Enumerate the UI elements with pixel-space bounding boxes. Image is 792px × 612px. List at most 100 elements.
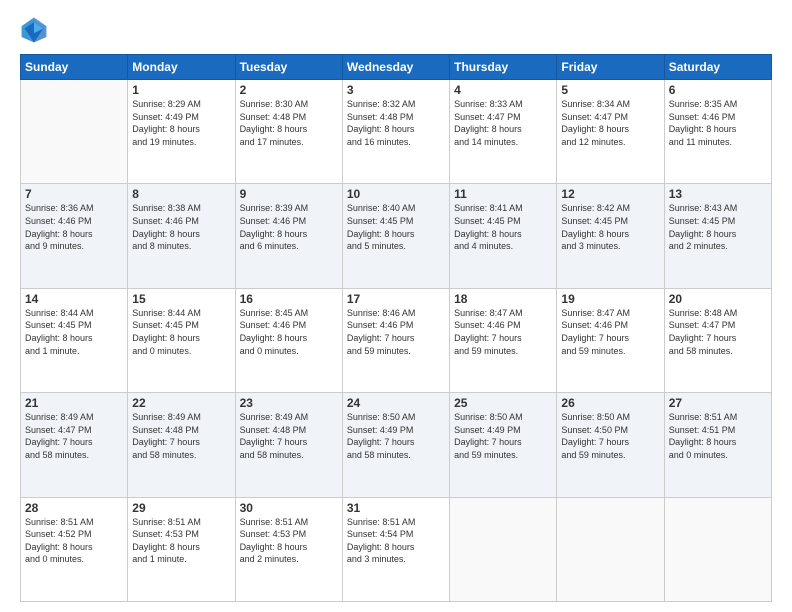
day-number: 7 <box>25 187 123 201</box>
calendar-cell <box>557 497 664 601</box>
calendar-table: SundayMondayTuesdayWednesdayThursdayFrid… <box>20 54 772 602</box>
calendar-cell: 27Sunrise: 8:51 AM Sunset: 4:51 PM Dayli… <box>664 393 771 497</box>
logo-icon <box>20 16 48 44</box>
calendar-cell: 22Sunrise: 8:49 AM Sunset: 4:48 PM Dayli… <box>128 393 235 497</box>
calendar-cell: 28Sunrise: 8:51 AM Sunset: 4:52 PM Dayli… <box>21 497 128 601</box>
day-number: 17 <box>347 292 445 306</box>
day-info: Sunrise: 8:42 AM Sunset: 4:45 PM Dayligh… <box>561 202 659 252</box>
calendar-cell: 2Sunrise: 8:30 AM Sunset: 4:48 PM Daylig… <box>235 80 342 184</box>
day-info: Sunrise: 8:38 AM Sunset: 4:46 PM Dayligh… <box>132 202 230 252</box>
calendar-week-0: 1Sunrise: 8:29 AM Sunset: 4:49 PM Daylig… <box>21 80 772 184</box>
page: SundayMondayTuesdayWednesdayThursdayFrid… <box>0 0 792 612</box>
day-number: 6 <box>669 83 767 97</box>
day-info: Sunrise: 8:41 AM Sunset: 4:45 PM Dayligh… <box>454 202 552 252</box>
day-number: 4 <box>454 83 552 97</box>
day-number: 10 <box>347 187 445 201</box>
day-info: Sunrise: 8:39 AM Sunset: 4:46 PM Dayligh… <box>240 202 338 252</box>
calendar-header-friday: Friday <box>557 55 664 80</box>
day-info: Sunrise: 8:29 AM Sunset: 4:49 PM Dayligh… <box>132 98 230 148</box>
day-number: 16 <box>240 292 338 306</box>
day-number: 31 <box>347 501 445 515</box>
day-info: Sunrise: 8:48 AM Sunset: 4:47 PM Dayligh… <box>669 307 767 357</box>
day-number: 26 <box>561 396 659 410</box>
day-info: Sunrise: 8:51 AM Sunset: 4:54 PM Dayligh… <box>347 516 445 566</box>
day-number: 5 <box>561 83 659 97</box>
calendar-cell: 11Sunrise: 8:41 AM Sunset: 4:45 PM Dayli… <box>450 184 557 288</box>
calendar-cell: 26Sunrise: 8:50 AM Sunset: 4:50 PM Dayli… <box>557 393 664 497</box>
day-info: Sunrise: 8:51 AM Sunset: 4:52 PM Dayligh… <box>25 516 123 566</box>
calendar-cell: 24Sunrise: 8:50 AM Sunset: 4:49 PM Dayli… <box>342 393 449 497</box>
day-info: Sunrise: 8:32 AM Sunset: 4:48 PM Dayligh… <box>347 98 445 148</box>
day-number: 25 <box>454 396 552 410</box>
day-number: 24 <box>347 396 445 410</box>
calendar-cell <box>450 497 557 601</box>
day-number: 27 <box>669 396 767 410</box>
day-info: Sunrise: 8:34 AM Sunset: 4:47 PM Dayligh… <box>561 98 659 148</box>
day-info: Sunrise: 8:44 AM Sunset: 4:45 PM Dayligh… <box>132 307 230 357</box>
calendar-header-saturday: Saturday <box>664 55 771 80</box>
day-info: Sunrise: 8:40 AM Sunset: 4:45 PM Dayligh… <box>347 202 445 252</box>
calendar-cell: 9Sunrise: 8:39 AM Sunset: 4:46 PM Daylig… <box>235 184 342 288</box>
calendar-header-sunday: Sunday <box>21 55 128 80</box>
day-info: Sunrise: 8:51 AM Sunset: 4:53 PM Dayligh… <box>132 516 230 566</box>
day-number: 15 <box>132 292 230 306</box>
calendar-cell: 23Sunrise: 8:49 AM Sunset: 4:48 PM Dayli… <box>235 393 342 497</box>
calendar-header-thursday: Thursday <box>450 55 557 80</box>
calendar-cell: 13Sunrise: 8:43 AM Sunset: 4:45 PM Dayli… <box>664 184 771 288</box>
calendar-cell: 10Sunrise: 8:40 AM Sunset: 4:45 PM Dayli… <box>342 184 449 288</box>
day-number: 28 <box>25 501 123 515</box>
day-info: Sunrise: 8:51 AM Sunset: 4:53 PM Dayligh… <box>240 516 338 566</box>
day-number: 2 <box>240 83 338 97</box>
calendar-header-wednesday: Wednesday <box>342 55 449 80</box>
day-info: Sunrise: 8:49 AM Sunset: 4:48 PM Dayligh… <box>240 411 338 461</box>
day-number: 23 <box>240 396 338 410</box>
day-number: 1 <box>132 83 230 97</box>
day-number: 9 <box>240 187 338 201</box>
calendar-cell: 18Sunrise: 8:47 AM Sunset: 4:46 PM Dayli… <box>450 288 557 392</box>
calendar-cell: 21Sunrise: 8:49 AM Sunset: 4:47 PM Dayli… <box>21 393 128 497</box>
calendar-cell: 20Sunrise: 8:48 AM Sunset: 4:47 PM Dayli… <box>664 288 771 392</box>
day-info: Sunrise: 8:35 AM Sunset: 4:46 PM Dayligh… <box>669 98 767 148</box>
day-info: Sunrise: 8:46 AM Sunset: 4:46 PM Dayligh… <box>347 307 445 357</box>
calendar-cell: 31Sunrise: 8:51 AM Sunset: 4:54 PM Dayli… <box>342 497 449 601</box>
calendar-cell: 15Sunrise: 8:44 AM Sunset: 4:45 PM Dayli… <box>128 288 235 392</box>
calendar-cell: 25Sunrise: 8:50 AM Sunset: 4:49 PM Dayli… <box>450 393 557 497</box>
calendar-cell: 19Sunrise: 8:47 AM Sunset: 4:46 PM Dayli… <box>557 288 664 392</box>
calendar-week-1: 7Sunrise: 8:36 AM Sunset: 4:46 PM Daylig… <box>21 184 772 288</box>
day-info: Sunrise: 8:47 AM Sunset: 4:46 PM Dayligh… <box>561 307 659 357</box>
calendar-cell: 8Sunrise: 8:38 AM Sunset: 4:46 PM Daylig… <box>128 184 235 288</box>
calendar-week-2: 14Sunrise: 8:44 AM Sunset: 4:45 PM Dayli… <box>21 288 772 392</box>
day-info: Sunrise: 8:50 AM Sunset: 4:49 PM Dayligh… <box>347 411 445 461</box>
day-info: Sunrise: 8:36 AM Sunset: 4:46 PM Dayligh… <box>25 202 123 252</box>
day-number: 11 <box>454 187 552 201</box>
day-number: 13 <box>669 187 767 201</box>
day-info: Sunrise: 8:49 AM Sunset: 4:47 PM Dayligh… <box>25 411 123 461</box>
day-number: 12 <box>561 187 659 201</box>
day-info: Sunrise: 8:50 AM Sunset: 4:49 PM Dayligh… <box>454 411 552 461</box>
day-info: Sunrise: 8:45 AM Sunset: 4:46 PM Dayligh… <box>240 307 338 357</box>
day-info: Sunrise: 8:47 AM Sunset: 4:46 PM Dayligh… <box>454 307 552 357</box>
day-info: Sunrise: 8:30 AM Sunset: 4:48 PM Dayligh… <box>240 98 338 148</box>
day-number: 18 <box>454 292 552 306</box>
day-number: 8 <box>132 187 230 201</box>
calendar-week-4: 28Sunrise: 8:51 AM Sunset: 4:52 PM Dayli… <box>21 497 772 601</box>
day-info: Sunrise: 8:33 AM Sunset: 4:47 PM Dayligh… <box>454 98 552 148</box>
day-info: Sunrise: 8:44 AM Sunset: 4:45 PM Dayligh… <box>25 307 123 357</box>
day-info: Sunrise: 8:49 AM Sunset: 4:48 PM Dayligh… <box>132 411 230 461</box>
day-info: Sunrise: 8:50 AM Sunset: 4:50 PM Dayligh… <box>561 411 659 461</box>
calendar-cell: 6Sunrise: 8:35 AM Sunset: 4:46 PM Daylig… <box>664 80 771 184</box>
calendar-cell: 14Sunrise: 8:44 AM Sunset: 4:45 PM Dayli… <box>21 288 128 392</box>
day-number: 22 <box>132 396 230 410</box>
calendar-week-3: 21Sunrise: 8:49 AM Sunset: 4:47 PM Dayli… <box>21 393 772 497</box>
logo <box>20 16 52 44</box>
calendar-cell: 5Sunrise: 8:34 AM Sunset: 4:47 PM Daylig… <box>557 80 664 184</box>
day-number: 19 <box>561 292 659 306</box>
day-info: Sunrise: 8:51 AM Sunset: 4:51 PM Dayligh… <box>669 411 767 461</box>
calendar-cell: 29Sunrise: 8:51 AM Sunset: 4:53 PM Dayli… <box>128 497 235 601</box>
calendar-header-row: SundayMondayTuesdayWednesdayThursdayFrid… <box>21 55 772 80</box>
calendar-header-monday: Monday <box>128 55 235 80</box>
calendar-cell: 3Sunrise: 8:32 AM Sunset: 4:48 PM Daylig… <box>342 80 449 184</box>
calendar-cell: 4Sunrise: 8:33 AM Sunset: 4:47 PM Daylig… <box>450 80 557 184</box>
day-number: 21 <box>25 396 123 410</box>
calendar-cell: 30Sunrise: 8:51 AM Sunset: 4:53 PM Dayli… <box>235 497 342 601</box>
